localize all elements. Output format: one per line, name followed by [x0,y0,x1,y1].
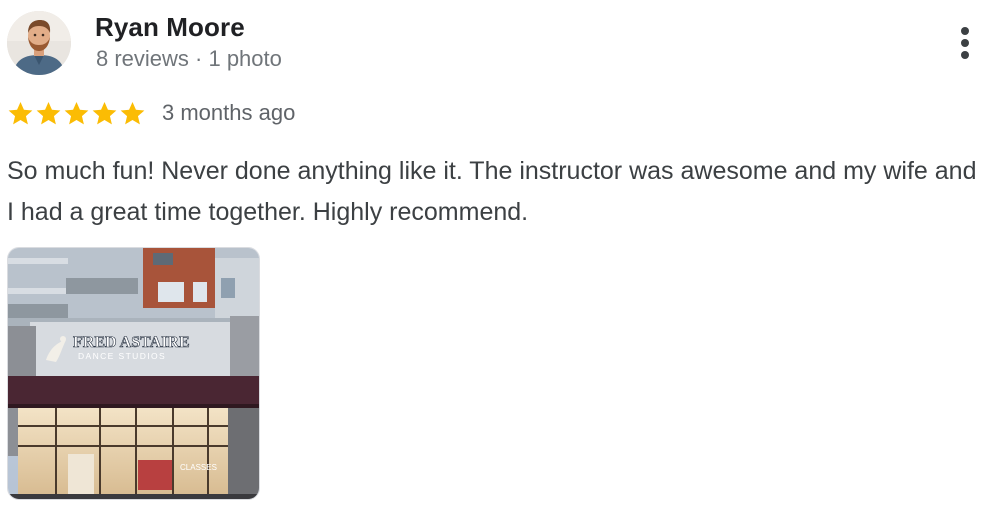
review-time: 3 months ago [162,100,296,125]
more-options-button[interactable] [948,22,982,64]
window-text: CLASSES [180,463,217,472]
more-vertical-icon-dot [961,51,969,59]
star-icon [92,101,117,124]
more-vertical-icon-dot [961,39,969,47]
star-rating [7,100,146,127]
storefront-photo: FRED ASTAIRE DANCE STUDIOS CLASSES [8,248,259,499]
review-text: So much fun! Never done anything like it… [7,157,977,226]
sign-line2: DANCE STUDIOS [78,351,166,361]
reviewer-name[interactable]: Ryan Moore [95,12,245,43]
star-icon [8,101,33,124]
star-icon [120,101,145,124]
star-icon [64,101,89,124]
review-photo[interactable]: FRED ASTAIRE DANCE STUDIOS CLASSES [7,247,260,500]
star-icon [36,101,61,124]
more-vertical-icon [961,27,969,35]
user-avatar-image [7,11,71,75]
sign-line1: FRED ASTAIRE [73,334,190,351]
reviewer-meta: 8 reviews · 1 photo [96,46,282,71]
reviewer-avatar[interactable] [7,11,71,75]
rating-row: 3 months ago [7,98,295,128]
